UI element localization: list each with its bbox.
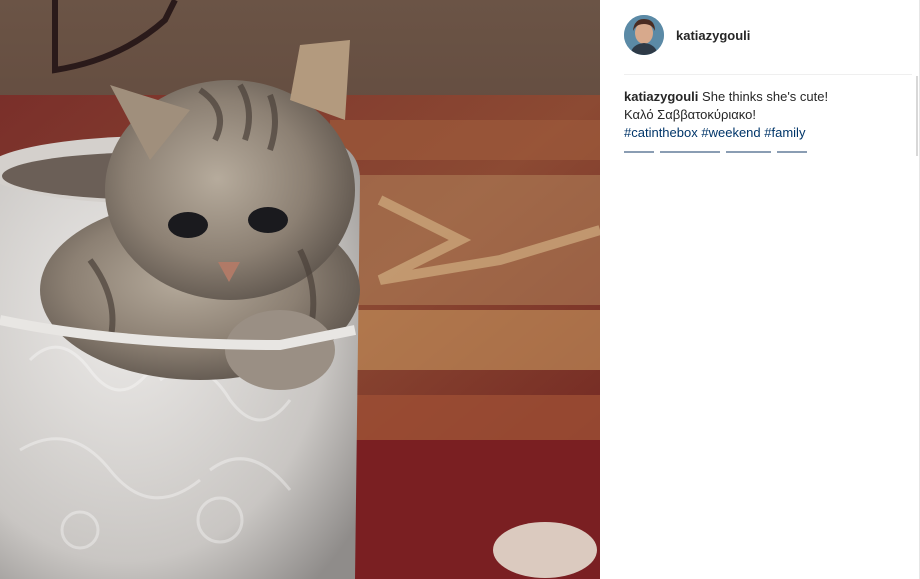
profile-avatar-icon: [624, 15, 664, 55]
kitten-in-pot-image: [0, 0, 600, 579]
caption-line-1: katiazygouli She thinks she's cute!: [624, 88, 912, 106]
author-username-link[interactable]: katiazygouli: [676, 28, 750, 43]
hashtag-link-family[interactable]: #family: [764, 125, 805, 140]
post-photo[interactable]: [0, 0, 600, 579]
post-details-panel: katiazygouli katiazygouli She thinks she…: [600, 0, 920, 579]
author-avatar[interactable]: [624, 15, 664, 55]
post-caption: katiazygouli She thinks she's cute! Καλό…: [624, 88, 912, 142]
hashtag-link-weekend[interactable]: #weekend: [701, 125, 760, 140]
caption-username-link[interactable]: katiazygouli: [624, 89, 698, 104]
caption-text-2: Καλό Σαββατοκύριακο!: [624, 107, 756, 122]
comments-scrollbar[interactable]: [916, 76, 918, 156]
post-header: katiazygouli: [624, 14, 912, 56]
clipped-comment-line: [624, 151, 824, 155]
caption-text-1: She thinks she's cute!: [702, 89, 829, 104]
caption-hashtags: #catinthebox #weekend #family: [624, 124, 912, 142]
hashtag-link-catinthebox[interactable]: #catinthebox: [624, 125, 698, 140]
header-divider: [624, 74, 912, 75]
